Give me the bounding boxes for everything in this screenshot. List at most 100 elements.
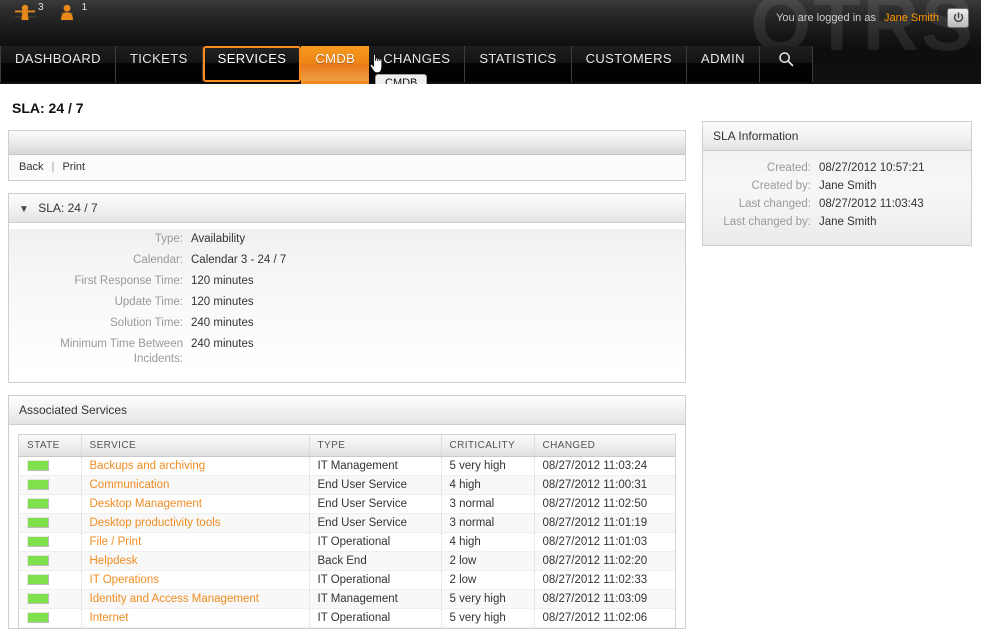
cell-state bbox=[19, 552, 81, 571]
person-icon[interactable] bbox=[58, 4, 80, 34]
page-body: SLA: 24 / 7 Back | Print ▼ SLA: 24 / 7 T… bbox=[0, 84, 981, 630]
print-link[interactable]: Print bbox=[62, 161, 85, 173]
sla-detail-body: Type: Availability Calendar: Calendar 3 … bbox=[9, 223, 685, 382]
service-link[interactable]: Communication bbox=[90, 479, 170, 491]
cell-type: IT Operational bbox=[309, 609, 441, 628]
action-separator: | bbox=[52, 161, 55, 173]
col-service[interactable]: SERVICE bbox=[81, 435, 309, 457]
table-row[interactable]: Communication End User Service 4 high 08… bbox=[19, 476, 675, 495]
col-changed[interactable]: CHANGED bbox=[534, 435, 675, 457]
cell-service: Helpdesk bbox=[81, 552, 309, 571]
service-link[interactable]: IT Operations bbox=[90, 574, 159, 586]
toolbar-person-count: 1 bbox=[82, 2, 88, 13]
person-icon-reflection bbox=[58, 12, 76, 21]
sla-detail-fields: Type: Availability Calendar: Calendar 3 … bbox=[9, 229, 685, 370]
label-last-changed-by: Last changed by: bbox=[703, 213, 819, 231]
cell-service: File / Print bbox=[81, 533, 309, 552]
table-row[interactable]: Internet IT Operational 5 very high 08/2… bbox=[19, 609, 675, 628]
cell-changed: 08/27/2012 11:01:19 bbox=[534, 514, 675, 533]
cell-service: Desktop Management bbox=[81, 495, 309, 514]
field-row-first-response-time: First Response Time: 120 minutes bbox=[9, 271, 685, 292]
cell-service: Desktop productivity tools bbox=[81, 514, 309, 533]
nav-item-search[interactable] bbox=[760, 46, 813, 82]
cell-changed: 08/27/2012 11:03:09 bbox=[534, 590, 675, 609]
back-link[interactable]: Back bbox=[19, 161, 43, 173]
logout-button[interactable] bbox=[947, 8, 969, 28]
action-bar: Back | Print bbox=[8, 130, 686, 181]
col-type[interactable]: TYPE bbox=[309, 435, 441, 457]
label-calendar: Calendar: bbox=[9, 250, 191, 271]
service-link[interactable]: Helpdesk bbox=[90, 555, 138, 567]
value-created-by: Jane Smith bbox=[819, 177, 959, 195]
value-last-changed-by: Jane Smith bbox=[819, 213, 959, 231]
table-row[interactable]: Desktop productivity tools End User Serv… bbox=[19, 514, 675, 533]
sla-information-widget: SLA Information Created: 08/27/2012 10:5… bbox=[702, 121, 972, 246]
nav-item-cmdb[interactable]: CMDB bbox=[301, 46, 369, 82]
cell-criticality: 4 high bbox=[441, 476, 534, 495]
page-title: SLA: 24 / 7 bbox=[0, 84, 981, 116]
table-row[interactable]: Identity and Access Management IT Manage… bbox=[19, 590, 675, 609]
associated-services-table-wrap: STATE SERVICE TYPE CRITICALITY CHANGED B… bbox=[18, 434, 676, 628]
associated-services-widget: Associated Services STATE SERVICE TYPE C… bbox=[8, 395, 686, 629]
col-criticality[interactable]: CRITICALITY bbox=[441, 435, 534, 457]
login-info: You are logged in as Jane Smith bbox=[776, 8, 969, 28]
nav-item-admin[interactable]: ADMIN bbox=[687, 46, 760, 82]
associated-services-table: STATE SERVICE TYPE CRITICALITY CHANGED B… bbox=[19, 435, 675, 628]
table-header-row: STATE SERVICE TYPE CRITICALITY CHANGED bbox=[19, 435, 675, 457]
cell-changed: 08/27/2012 11:01:03 bbox=[534, 533, 675, 552]
triangle-down-icon[interactable]: ▼ bbox=[19, 204, 29, 215]
nav-item-statistics[interactable]: STATISTICS bbox=[465, 46, 571, 82]
service-link[interactable]: Desktop productivity tools bbox=[90, 517, 221, 529]
toolbar-agents-count: 3 bbox=[38, 2, 44, 13]
cell-type: IT Operational bbox=[309, 533, 441, 552]
cell-service: Internet bbox=[81, 609, 309, 628]
search-icon bbox=[778, 51, 794, 67]
service-link[interactable]: Desktop Management bbox=[90, 498, 203, 510]
label-last-changed: Last changed: bbox=[703, 195, 819, 213]
table-row[interactable]: Desktop Management End User Service 3 no… bbox=[19, 495, 675, 514]
field-row-minimum-time-between-incidents: Minimum Time Between Incidents: 240 minu… bbox=[9, 334, 685, 370]
cell-changed: 08/27/2012 11:03:24 bbox=[534, 457, 675, 476]
cell-service: Identity and Access Management bbox=[81, 590, 309, 609]
sla-information-fields: Created: 08/27/2012 10:57:21 Created by:… bbox=[703, 159, 959, 231]
sla-detail-widget: ▼ SLA: 24 / 7 Type: Availability Calenda… bbox=[8, 193, 686, 383]
cell-type: End User Service bbox=[309, 495, 441, 514]
value-first-response-time: 120 minutes bbox=[191, 271, 685, 292]
cell-changed: 08/27/2012 11:00:31 bbox=[534, 476, 675, 495]
state-indicator-icon bbox=[27, 574, 49, 585]
cell-type: End User Service bbox=[309, 476, 441, 495]
power-icon bbox=[953, 12, 964, 24]
toolbar-person-item[interactable]: 1 bbox=[58, 4, 88, 34]
info-row-last-changed: Last changed: 08/27/2012 11:03:43 bbox=[703, 195, 959, 213]
nav-item-customers[interactable]: CUSTOMERS bbox=[572, 46, 687, 82]
cell-changed: 08/27/2012 11:02:06 bbox=[534, 609, 675, 628]
col-state[interactable]: STATE bbox=[19, 435, 81, 457]
cell-criticality: 5 very high bbox=[441, 457, 534, 476]
cell-type: End User Service bbox=[309, 514, 441, 533]
table-row[interactable]: File / Print IT Operational 4 high 08/27… bbox=[19, 533, 675, 552]
cell-state bbox=[19, 514, 81, 533]
service-link[interactable]: Backups and archiving bbox=[90, 460, 206, 472]
service-link[interactable]: Internet bbox=[90, 612, 129, 624]
nav-item-services[interactable]: SERVICES bbox=[203, 46, 302, 82]
table-row[interactable]: Backups and archiving IT Management 5 ve… bbox=[19, 457, 675, 476]
nav-item-dashboard[interactable]: DASHBOARD bbox=[0, 46, 116, 82]
nav-item-tickets[interactable]: TICKETS bbox=[116, 46, 203, 82]
toolbar-agents-item[interactable]: 3 bbox=[14, 4, 44, 34]
login-label: You are logged in as bbox=[776, 12, 876, 24]
cell-service: IT Operations bbox=[81, 571, 309, 590]
sla-detail-widget-header[interactable]: ▼ SLA: 24 / 7 bbox=[9, 194, 685, 223]
label-created-by: Created by: bbox=[703, 177, 819, 195]
service-link[interactable]: Identity and Access Management bbox=[90, 593, 259, 605]
logged-in-username[interactable]: Jane Smith bbox=[884, 12, 939, 24]
table-row[interactable]: IT Operations IT Operational 2 low 08/27… bbox=[19, 571, 675, 590]
table-row[interactable]: Helpdesk Back End 2 low 08/27/2012 11:02… bbox=[19, 552, 675, 571]
agents-icon-reflection bbox=[14, 12, 36, 21]
app-header: OTRS 3 bbox=[0, 0, 981, 84]
label-update-time: Update Time: bbox=[9, 292, 191, 313]
cell-state bbox=[19, 457, 81, 476]
agents-icon[interactable] bbox=[14, 4, 36, 34]
field-row-type: Type: Availability bbox=[9, 229, 685, 250]
service-link[interactable]: File / Print bbox=[90, 536, 142, 548]
cell-criticality: 5 very high bbox=[441, 590, 534, 609]
